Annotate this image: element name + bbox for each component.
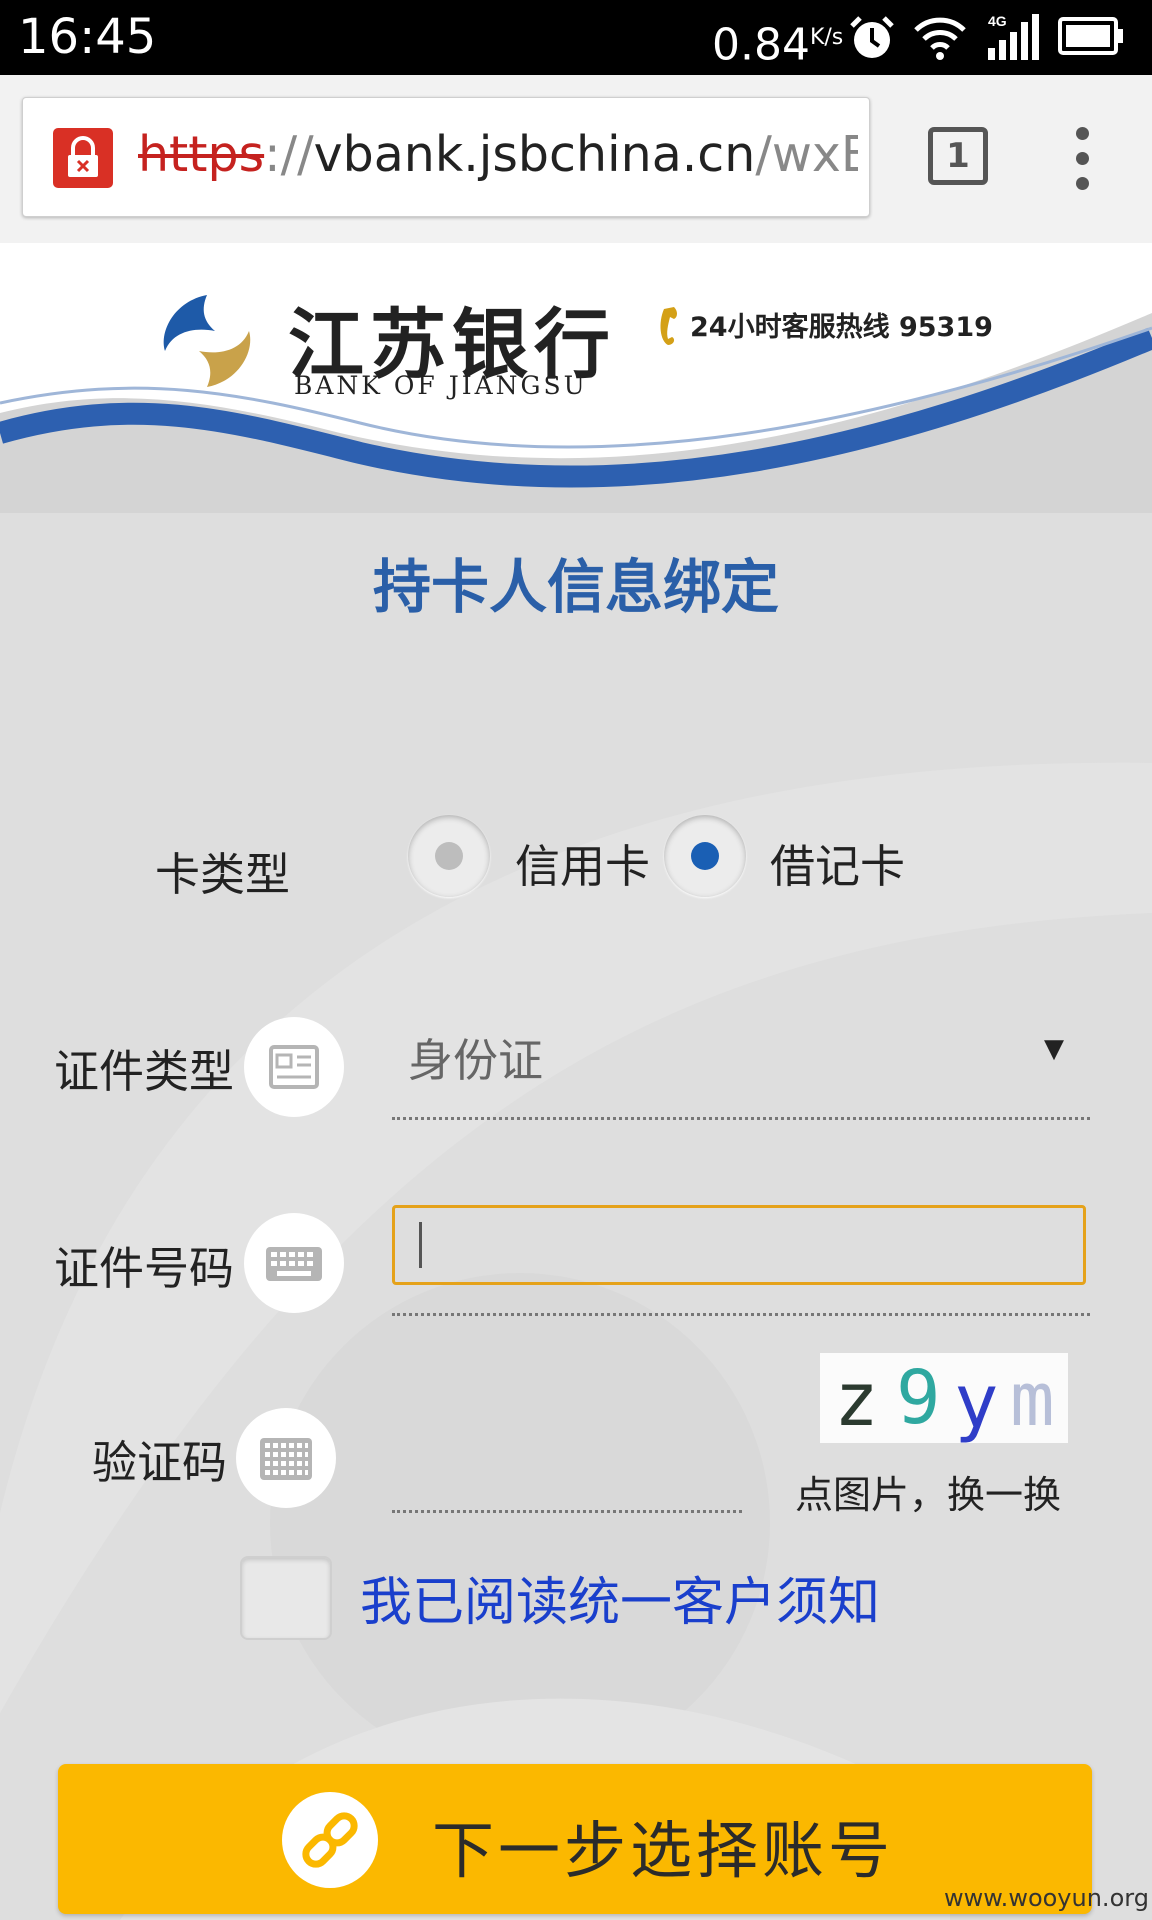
text-caret — [419, 1222, 422, 1268]
url-host: vbank.jsbchina.cn — [313, 126, 756, 183]
id-number-input[interactable] — [392, 1205, 1086, 1285]
debit-card-option-label[interactable]: 借记卡 — [770, 830, 905, 895]
url-path: /wxBank — [755, 126, 858, 183]
keypad-icon — [236, 1408, 336, 1508]
battery-icon — [1058, 17, 1123, 55]
id-card-icon — [244, 1017, 344, 1117]
chevron-down-icon: ▼ — [1044, 1034, 1064, 1064]
card-type-label: 卡类型 — [155, 848, 291, 901]
captcha-refresh-hint: 点图片，换一换 — [795, 1473, 1062, 1517]
captcha-input[interactable] — [392, 1400, 742, 1506]
page-title: 持卡人信息绑定 — [372, 553, 779, 621]
insecure-lock-icon[interactable] — [53, 128, 113, 188]
agreement-link[interactable]: 我已阅读统一客户须知 — [360, 1560, 880, 1635]
next-step-button[interactable]: 下一步选择账号 — [58, 1764, 1092, 1914]
bank-logo-icon — [163, 295, 251, 387]
status-time: 16:45 — [18, 9, 157, 65]
keyboard-icon — [244, 1213, 344, 1313]
hotline-text: 24小时客服热线 95319 — [690, 312, 993, 343]
credit-card-radio[interactable] — [408, 815, 490, 897]
url-scheme: https — [138, 126, 265, 183]
url-text[interactable]: https://vbank.jsbchina.cn/wxBank — [138, 120, 858, 190]
captcha-label: 验证码 — [92, 1436, 228, 1489]
url-separator: :// — [264, 126, 314, 183]
network-type-label: 4G — [988, 13, 1007, 29]
address-bar[interactable]: https://vbank.jsbchina.cn/wxBank — [22, 97, 870, 217]
4g-signal-icon: 4G — [988, 13, 1039, 60]
next-step-label: 下一步选择账号 — [432, 1814, 895, 1887]
captcha-underline — [392, 1510, 742, 1513]
network-speed: 0.84K/s — [712, 19, 844, 71]
id-number-label: 证件号码 — [54, 1242, 235, 1295]
captcha-image[interactable]: z 9 y m — [820, 1353, 1068, 1443]
browser-toolbar: https://vbank.jsbchina.cn/wxBank 1 — [0, 75, 1152, 243]
alarm-icon — [850, 16, 894, 58]
id-type-underline — [392, 1117, 1090, 1120]
wifi-icon — [914, 17, 966, 60]
tabs-icon[interactable]: 1 — [928, 127, 988, 185]
id-number-underline — [392, 1313, 1090, 1316]
bank-header: 江苏银行 BANK OF JIANGSU 24小时客服热线 95319 — [0, 243, 1152, 513]
phone-icon — [660, 307, 677, 345]
credit-card-option-label[interactable]: 信用卡 — [515, 830, 650, 895]
id-type-label: 证件类型 — [54, 1045, 235, 1098]
speed-unit: K/s — [809, 25, 844, 50]
overflow-menu-icon[interactable] — [1062, 127, 1102, 191]
status-bar: 16:45 0.84K/s 4G — [0, 0, 1152, 75]
debit-card-radio[interactable] — [664, 815, 746, 897]
id-type-value: 身份证 — [408, 1034, 544, 1087]
id-type-select[interactable]: 身份证 ▼ — [392, 1010, 1092, 1110]
agreement-checkbox[interactable] — [240, 1556, 332, 1640]
bank-name-en: BANK OF JIANGSU — [294, 371, 588, 400]
site-watermark: www.wooyun.org — [944, 1884, 1149, 1912]
link-icon — [282, 1792, 378, 1888]
